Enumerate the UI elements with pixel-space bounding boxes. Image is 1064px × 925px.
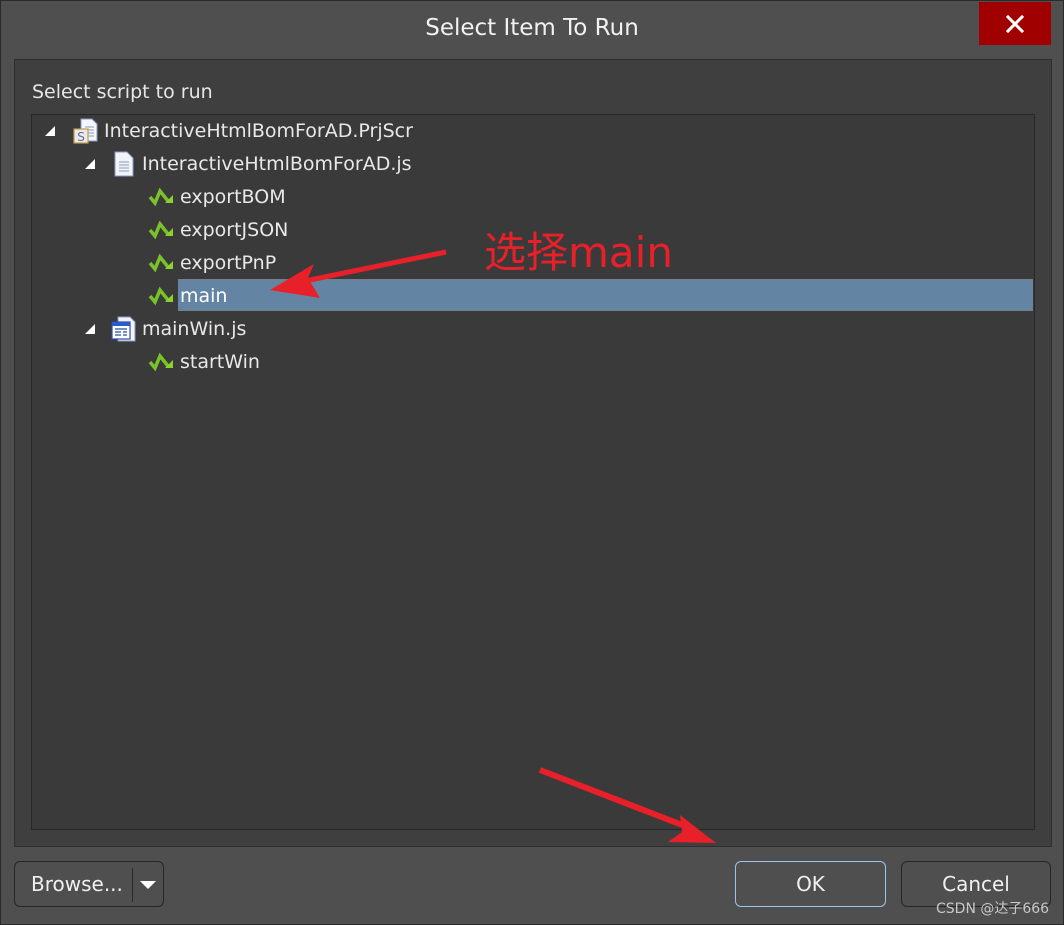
dialog-window: Select Item To Run Select script to run …: [0, 0, 1064, 925]
close-icon: [1006, 14, 1024, 33]
browse-split-button[interactable]: Browse...: [14, 861, 164, 907]
run-procedure-icon: [148, 183, 176, 211]
tree-item-procedure[interactable]: exportJSON: [148, 214, 288, 246]
ok-button-label: OK: [796, 872, 825, 896]
content-panel: Select script to run S InteractiveHtmlBo…: [14, 59, 1052, 847]
run-procedure-icon: [148, 348, 176, 376]
title-bar: Select Item To Run: [1, 1, 1063, 59]
tree-node-file[interactable]: InteractiveHtmlBomForAD.js: [110, 148, 412, 180]
close-button[interactable]: [979, 2, 1051, 45]
tree-node-label: exportPnP: [180, 252, 277, 274]
expand-arrow-icon[interactable]: [84, 323, 96, 335]
document-icon: [110, 150, 138, 178]
select-script-label: Select script to run: [32, 81, 213, 103]
ok-button[interactable]: OK: [735, 861, 886, 907]
cancel-button-label: Cancel: [942, 872, 1010, 896]
script-project-icon: S: [72, 117, 100, 145]
expand-arrow-icon[interactable]: [44, 125, 56, 137]
svg-text:S: S: [77, 130, 85, 144]
tree-item-procedure-selected[interactable]: main: [148, 280, 227, 312]
tree-node-label: InteractiveHtmlBomForAD.PrjScr: [104, 120, 413, 142]
tree-item-procedure[interactable]: exportPnP: [148, 247, 276, 279]
tree-node-project[interactable]: S InteractiveHtmlBomForAD.PrjScr: [72, 115, 413, 147]
tree-node-label: exportJSON: [180, 219, 289, 241]
expand-arrow-icon[interactable]: [84, 158, 96, 170]
tree-item-procedure[interactable]: exportBOM: [148, 181, 286, 213]
run-procedure-icon: [148, 282, 176, 310]
tree-node-label: InteractiveHtmlBomForAD.js: [142, 153, 412, 175]
split-divider: [132, 868, 133, 902]
dialog-title: Select Item To Run: [425, 15, 639, 41]
selection-highlight: [178, 279, 1033, 311]
run-procedure-icon: [148, 216, 176, 244]
watermark: CSDN @达子666: [936, 901, 1050, 917]
tree-item-procedure[interactable]: startWin: [148, 346, 260, 378]
form-icon: [110, 315, 138, 343]
tree-node-label: main: [180, 285, 228, 307]
tree-node-label: mainWin.js: [142, 318, 247, 340]
tree-node-file[interactable]: mainWin.js: [110, 313, 246, 345]
run-procedure-icon: [148, 249, 176, 277]
dropdown-arrow-icon[interactable]: [139, 880, 157, 890]
tree-node-label: startWin: [180, 351, 260, 373]
annotation-text: 选择main: [484, 228, 673, 277]
tree-node-label: exportBOM: [180, 186, 286, 208]
browse-button-label: Browse...: [31, 872, 123, 896]
